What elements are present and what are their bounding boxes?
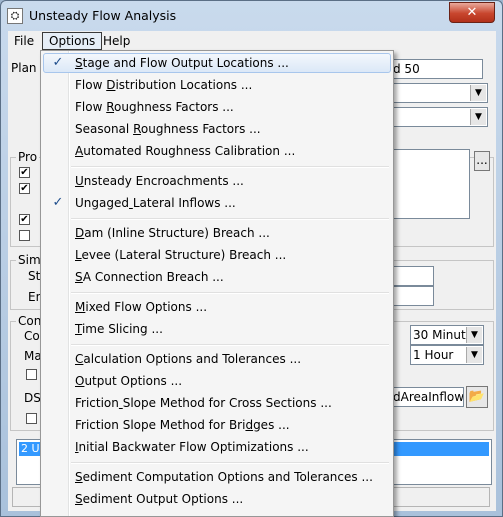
menu-item-label: Output Options ...: [75, 374, 183, 388]
menu-separator: [71, 218, 389, 220]
menu-item-seasonal-roughness-factors[interactable]: Seasonal Roughness Factors ...: [43, 119, 391, 139]
menu-separator: [71, 292, 389, 294]
computation-interval-combo[interactable]: 30 Minute ▼: [410, 325, 484, 345]
menu-item-ungaged-lateral-inflows[interactable]: ✓ Ungaged Lateral Inflows ...: [43, 193, 391, 213]
menu-item-sa-connection-breach[interactable]: SA Connection Breach ...: [43, 267, 391, 287]
menu-item-label: Friction Slope Method for Bridges ...: [75, 418, 290, 432]
menu-item-levee-lateral-structure-breach[interactable]: Levee (Lateral Structure) Breach ...: [43, 245, 391, 265]
menu-item-stage-and-flow-output-locations[interactable]: ✓ Stage and Flow Output Locations ...: [43, 53, 391, 73]
menu-item-dam-inline-structure-breach[interactable]: Dam (Inline Structure) Breach ...: [43, 223, 391, 243]
menu-item-label: Initial Backwater Flow Optimizations ...: [75, 440, 309, 454]
dss-checkbox[interactable]: [26, 413, 37, 424]
description-box[interactable]: [390, 149, 470, 219]
chevron-down-icon: ▼: [470, 85, 486, 101]
menu-item-flow-roughness-factors[interactable]: Flow Roughness Factors ...: [43, 97, 391, 117]
menu-separator: [71, 344, 389, 346]
program-checkbox-1[interactable]: ✔: [19, 167, 30, 178]
menu-item-label: Automated Roughness Calibration ...: [75, 144, 296, 158]
program-checkbox-4[interactable]: [19, 230, 30, 241]
programs-group-label: Pro: [16, 150, 40, 164]
computation-interval-value: 30 Minute: [413, 328, 474, 342]
menu-item-label: Flow Roughness Factors ...: [75, 100, 234, 114]
menu-separator: [71, 166, 389, 168]
menu-item-label: Dam (Inline Structure) Breach ...: [75, 226, 270, 240]
menu-item-label: Seasonal Roughness Factors ...: [75, 122, 261, 136]
menu-item-label: Mixed Flow Options ...: [75, 300, 208, 314]
plan-label: Plan: [11, 61, 37, 75]
menu-item-mixed-flow-options[interactable]: Mixed Flow Options ...: [43, 297, 391, 317]
menu-bar: File Options Help: [8, 31, 496, 51]
menu-file[interactable]: File: [8, 33, 40, 49]
plan-name-field[interactable]: d 50: [390, 59, 483, 79]
simulation-group-label: Sim: [16, 253, 43, 267]
menu-options[interactable]: Options: [42, 32, 103, 50]
start-time-field[interactable]: [390, 266, 434, 286]
flow-file-combo[interactable]: ▼: [390, 107, 488, 127]
menu-item-label: Unsteady Encroachments ...: [75, 174, 244, 188]
chevron-down-icon: ▼: [466, 327, 482, 343]
dss-filename-field[interactable]: dAreaInflows': [390, 387, 464, 407]
hydrograph-interval-combo[interactable]: 1 Hour ▼: [410, 345, 484, 365]
menu-item-label: Calculation Options and Tolerances ...: [75, 352, 302, 366]
menu-item-sediment-output-options[interactable]: Sediment Output Options ...: [43, 489, 391, 509]
checkmark-icon: ✓: [52, 195, 64, 210]
browse-button[interactable]: ...: [474, 151, 490, 171]
menu-item-initial-backwater-flow-optimizations[interactable]: Initial Backwater Flow Optimizations ...: [43, 437, 391, 457]
menu-item-label: SA Connection Breach ...: [75, 270, 224, 284]
menu-item-unsteady-encroachments[interactable]: Unsteady Encroachments ...: [43, 171, 391, 191]
menu-item-automated-roughness-calibration[interactable]: Automated Roughness Calibration ...: [43, 141, 391, 161]
menu-item-friction-slope-method-for-bridges[interactable]: Friction Slope Method for Bridges ...: [43, 415, 391, 435]
menu-separator: [71, 462, 389, 464]
menu-item-label: Sediment Computation Options and Toleran…: [75, 470, 373, 484]
app-icon: ⛭: [7, 8, 23, 24]
menu-item-label: Levee (Lateral Structure) Breach ...: [75, 248, 287, 262]
menu-item-label: Friction Slope Method for Cross Sections…: [75, 396, 332, 410]
checkmark-icon: ✓: [52, 55, 64, 70]
end-time-field[interactable]: [390, 286, 434, 306]
chevron-down-icon: ▼: [466, 347, 482, 363]
menu-item-label: Sediment Output Options ...: [75, 492, 244, 506]
plan-name-value: d 50: [393, 62, 420, 76]
menu-item-friction-slope-method-for-cross-sections[interactable]: Friction Slope Method for Cross Sections…: [43, 393, 391, 413]
menu-item-label: Time Slicing ...: [75, 322, 163, 336]
close-button[interactable]: ✕: [449, 2, 495, 23]
menu-item-flow-distribution-locations[interactable]: Flow Distribution Locations ...: [43, 75, 391, 95]
menu-help[interactable]: Help: [97, 33, 136, 49]
menu-item-label: Stage and Flow Output Locations ...: [75, 56, 289, 70]
hydrograph-interval-value: 1 Hour: [413, 348, 454, 362]
menu-item-time-slicing[interactable]: Time Slicing ...: [43, 319, 391, 339]
menu-item-calculation-options-and-tolerances[interactable]: Calculation Options and Tolerances ...: [43, 349, 391, 369]
geometry-file-combo[interactable]: ▼: [390, 83, 488, 103]
title-bar: ⛭ Unsteady Flow Analysis ✕: [1, 1, 502, 31]
chevron-down-icon: ▼: [470, 109, 486, 125]
open-folder-icon[interactable]: 📂: [466, 386, 488, 408]
program-checkbox-2[interactable]: ✔: [19, 183, 30, 194]
menu-item-label: Ungaged Lateral Inflows ...: [75, 196, 236, 210]
menu-item-sediment-computation-options-and-tolerances[interactable]: Sediment Computation Options and Toleran…: [43, 467, 391, 487]
window-title: Unsteady Flow Analysis: [29, 8, 177, 23]
program-checkbox-3[interactable]: ✔: [19, 214, 30, 225]
dss-filename-value: dAreaInflows': [393, 390, 464, 404]
menu-item-label: Flow Distribution Locations ...: [75, 78, 253, 92]
options-dropdown-menu: ✓ Stage and Flow Output Locations ... Flow…: [40, 50, 394, 517]
mapping-checkbox[interactable]: [26, 369, 37, 380]
menu-item-output-options[interactable]: Output Options ...: [43, 371, 391, 391]
